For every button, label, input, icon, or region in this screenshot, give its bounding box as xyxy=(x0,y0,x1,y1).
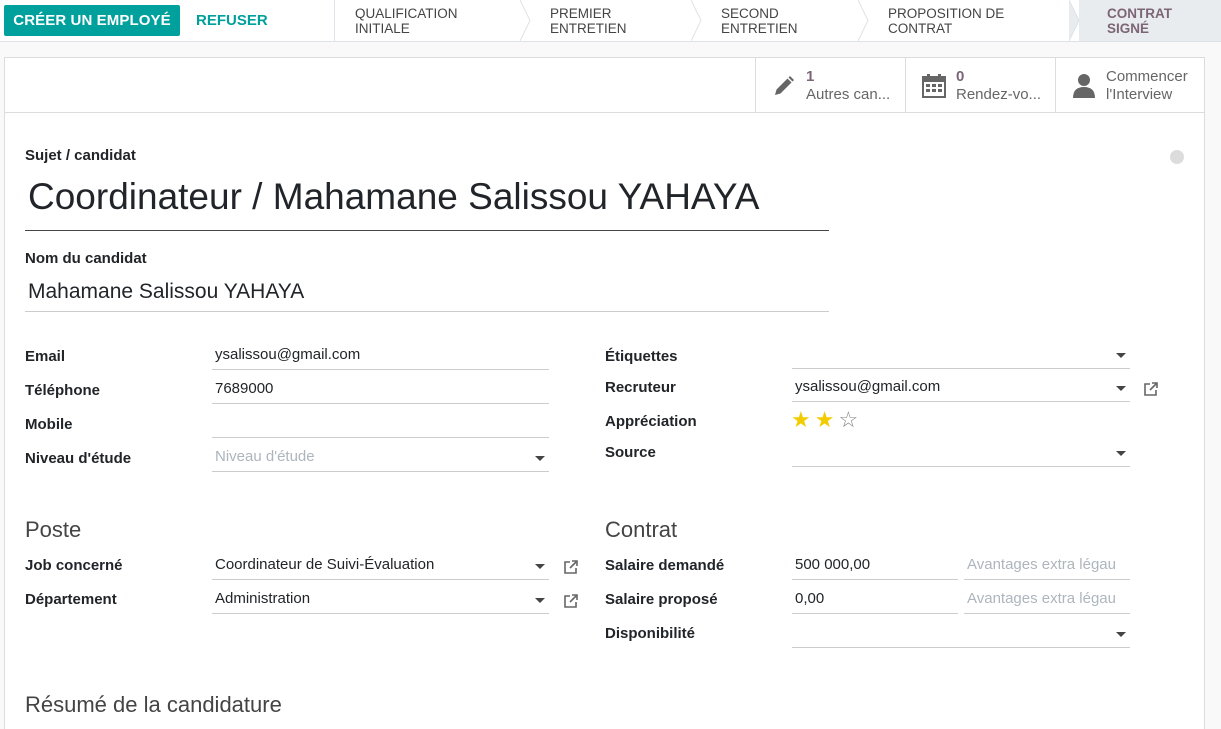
mobile-field[interactable] xyxy=(212,412,549,438)
create-employee-button[interactable]: CRÉER UN EMPLOYÉ xyxy=(4,5,180,36)
meetings-count: 0 xyxy=(956,67,965,85)
form-sheet: 1 Autres can... 0 Rendez-vo... Commencer… xyxy=(4,57,1205,729)
kanban-state-indicator[interactable] xyxy=(1170,150,1184,164)
salary-proposed-extra-field[interactable]: Avantages extra légau xyxy=(964,588,1130,614)
statusbar: CRÉER UN EMPLOYÉ REFUSER QUALIFICATION I… xyxy=(0,0,1221,42)
meetings-button[interactable]: 0 Rendez-vo... xyxy=(905,58,1055,113)
chevron-down-icon xyxy=(535,598,545,603)
tags-select[interactable] xyxy=(792,343,1130,369)
pencil-icon xyxy=(770,74,798,98)
job-select[interactable]: Coordinateur de Suivi-Évaluation xyxy=(212,554,549,580)
recruiter-select[interactable]: ysalissou@gmail.com xyxy=(792,376,1130,402)
salary-expected-extra-placeholder: Avantages extra légau xyxy=(967,556,1116,573)
stage-label: PROPOSITION DE CONTRAT xyxy=(888,5,1005,36)
refuse-button[interactable]: REFUSER xyxy=(196,5,268,36)
start-interview-button[interactable]: Commencer l'Interview xyxy=(1055,58,1204,113)
stage-label: CONTRAT SIGNÉ xyxy=(1107,5,1172,36)
salary-expected-extra-field[interactable]: Avantages extra légau xyxy=(964,554,1130,580)
external-link-icon[interactable] xyxy=(563,559,579,575)
mobile-label: Mobile xyxy=(25,416,73,433)
stage-pipeline: QUALIFICATION INITIALE PREMIER ENTRETIEN… xyxy=(334,0,1221,41)
department-select[interactable]: Administration xyxy=(212,588,549,614)
stage-separator-icon xyxy=(691,0,702,41)
rating-label: Appréciation xyxy=(605,413,697,430)
user-icon xyxy=(1070,73,1098,99)
stage-label: QUALIFICATION INITIALE xyxy=(355,5,458,36)
star-filled-icon[interactable]: ★ xyxy=(791,407,811,433)
recruiter-value: ysalissou@gmail.com xyxy=(795,378,941,395)
other-applications-button[interactable]: 1 Autres can... xyxy=(755,58,905,113)
name-label: Nom du candidat xyxy=(25,250,147,267)
interview-line1: Commencer xyxy=(1106,67,1188,85)
subject-field[interactable]: Coordinateur / Mahamane Salissou YAHAYA xyxy=(25,176,829,231)
salary-proposed-field[interactable]: 0,00 xyxy=(792,588,958,614)
chevron-down-icon xyxy=(1116,353,1126,358)
chevron-down-icon xyxy=(535,456,545,461)
availability-field[interactable] xyxy=(792,622,1130,648)
stage-second-interview[interactable]: SECOND ENTRETIEN xyxy=(701,0,869,41)
stage-separator-icon xyxy=(858,0,869,41)
level-select[interactable]: Niveau d'étude xyxy=(212,446,549,472)
external-link-icon[interactable] xyxy=(1143,381,1159,397)
stage-first-interview[interactable]: PREMIER ENTRETIEN xyxy=(530,0,702,41)
summary-section-title: Résumé de la candidature xyxy=(25,692,282,717)
level-label: Niveau d'étude xyxy=(25,450,132,467)
poste-section-title: Poste xyxy=(25,517,82,542)
phone-field[interactable]: 7689000 xyxy=(212,378,549,404)
source-select[interactable] xyxy=(792,441,1130,467)
chevron-down-icon xyxy=(1116,632,1126,637)
rating-stars[interactable]: ★ ★ ☆ xyxy=(791,407,858,433)
stage-separator-icon xyxy=(520,0,531,41)
phone-label: Téléphone xyxy=(25,382,101,399)
source-label: Source xyxy=(605,444,656,461)
star-filled-icon[interactable]: ★ xyxy=(815,407,835,433)
salary-proposed-extra-placeholder: Avantages extra légau xyxy=(967,590,1116,607)
interview-line2: l'Interview xyxy=(1106,85,1173,103)
department-value: Administration xyxy=(215,590,311,607)
others-count: 1 xyxy=(806,67,815,85)
stage-qualification[interactable]: QUALIFICATION INITIALE xyxy=(335,0,531,41)
tags-label: Étiquettes xyxy=(605,348,678,365)
chevron-down-icon xyxy=(535,564,545,569)
chevron-down-icon xyxy=(1116,386,1126,391)
department-label: Département xyxy=(25,591,117,608)
calendar-icon xyxy=(920,73,948,99)
email-label: Email xyxy=(25,348,66,365)
stage-separator-icon xyxy=(1069,0,1080,41)
others-label: Autres can... xyxy=(806,85,891,103)
stage-label: SECOND ENTRETIEN xyxy=(721,5,798,36)
chevron-down-icon xyxy=(1116,451,1126,456)
level-placeholder: Niveau d'étude xyxy=(215,448,315,465)
smart-button-box: 1 Autres can... 0 Rendez-vo... Commencer… xyxy=(755,58,1204,113)
stage-contract-signed[interactable]: CONTRAT SIGNÉ xyxy=(1079,0,1221,41)
stage-label: PREMIER ENTRETIEN xyxy=(550,5,627,36)
meetings-label: Rendez-vo... xyxy=(956,85,1042,103)
salary-expected-label: Salaire demandé xyxy=(605,557,725,574)
divider xyxy=(5,112,1204,113)
subject-label: Sujet / candidat xyxy=(25,147,136,164)
salary-expected-field[interactable]: 500 000,00 xyxy=(792,554,958,580)
star-empty-icon[interactable]: ☆ xyxy=(838,407,858,433)
job-value: Coordinateur de Suivi-Évaluation xyxy=(215,556,435,573)
name-field[interactable]: Mahamane Salissou YAHAYA xyxy=(25,276,829,312)
external-link-icon[interactable] xyxy=(563,593,579,609)
email-field[interactable]: ysalissou@gmail.com xyxy=(212,344,549,370)
job-label: Job concerné xyxy=(25,557,123,574)
recruiter-label: Recruteur xyxy=(605,379,676,396)
availability-label: Disponibilité xyxy=(605,625,695,642)
contract-section-title: Contrat xyxy=(605,517,678,542)
stage-contract-proposal[interactable]: PROPOSITION DE CONTRAT xyxy=(868,0,1080,41)
salary-proposed-label: Salaire proposé xyxy=(605,591,718,608)
